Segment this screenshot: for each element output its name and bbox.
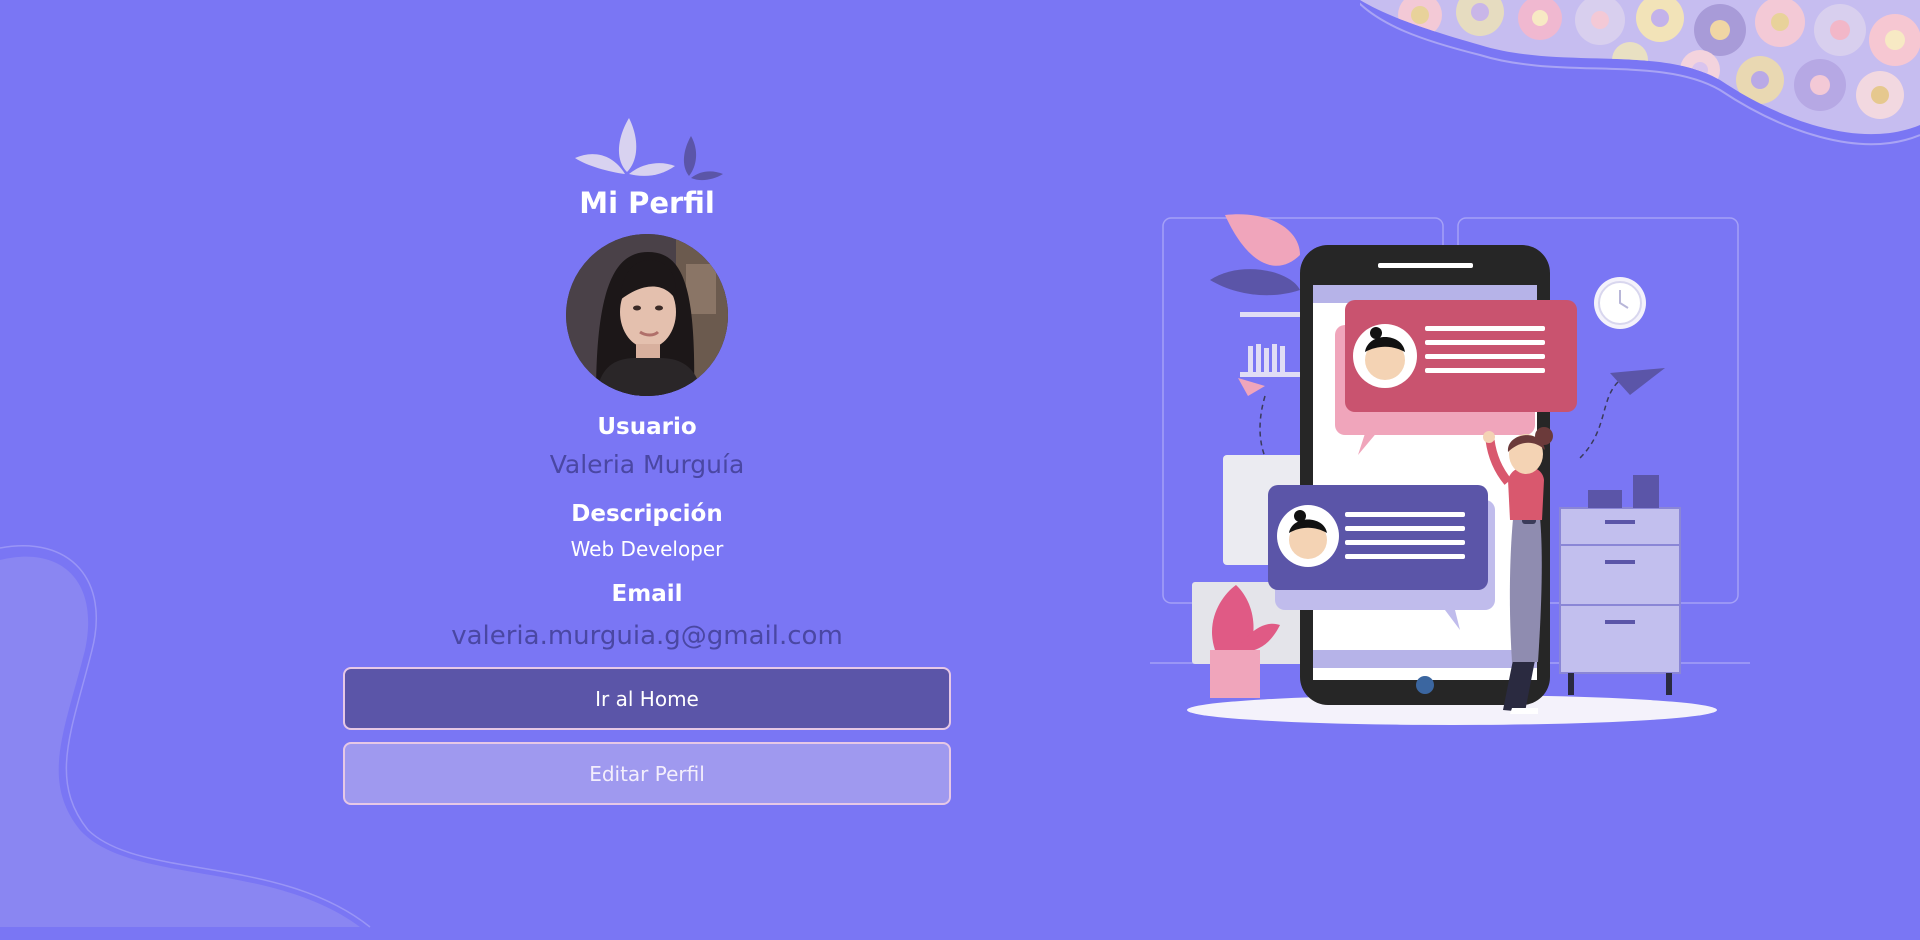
avatar [566, 234, 728, 396]
user-label: Usuario [597, 414, 697, 440]
floral-decoration [1360, 0, 1920, 146]
page-title: Mi Perfil [579, 186, 715, 220]
description-label: Descripción [571, 501, 723, 527]
go-home-button[interactable]: Ir al Home [343, 667, 951, 730]
profile-card: Mi Perfil Usuario Valeria Murguía Descri… [343, 110, 951, 805]
email-value: valeria.murguia.g@gmail.com [451, 621, 843, 651]
description-text: Web Developer [570, 537, 724, 561]
email-label: Email [611, 581, 683, 607]
chat-phone-illustration [1150, 214, 1750, 725]
edit-profile-button[interactable]: Editar Perfil [343, 742, 951, 805]
profile-photo [566, 234, 728, 396]
user-name: Valeria Murguía [549, 450, 745, 479]
leaves-logo-icon [575, 118, 723, 181]
